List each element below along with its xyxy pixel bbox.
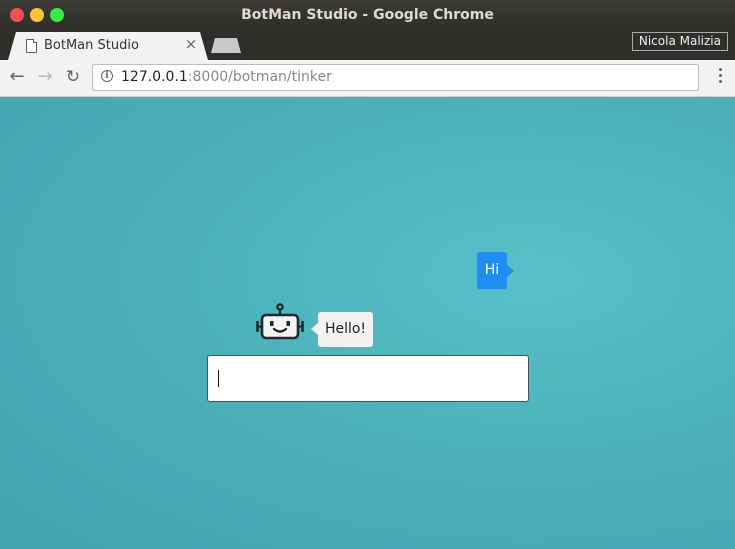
more-menu-icon[interactable] (719, 68, 723, 86)
reload-icon[interactable]: ↻ (62, 66, 84, 88)
url-host: 127.0.0.1 (121, 69, 188, 85)
window-titlebar: BotMan Studio - Google Chrome (0, 0, 735, 30)
info-icon[interactable]: i (101, 70, 113, 82)
profile-button[interactable]: Nicola Malizia (631, 32, 728, 51)
bot-message-bubble: Hello! (311, 312, 373, 347)
back-arrow-icon[interactable]: ← (6, 66, 28, 88)
tab-title: BotMan Studio (44, 38, 139, 53)
window-title: BotMan Studio - Google Chrome (241, 7, 494, 23)
chat-message-input[interactable] (207, 355, 529, 402)
bot-avatar-icon (256, 303, 304, 340)
tab-strip: BotMan Studio × Nicola Malizia (0, 30, 735, 60)
user-message-bubble: Hi (477, 252, 514, 289)
address-bar[interactable]: i 127.0.0.1:8000/botman/tinker (92, 64, 699, 91)
forward-arrow-icon[interactable]: → (34, 66, 56, 88)
text-cursor (218, 370, 219, 387)
tab-close-icon[interactable]: × (184, 36, 198, 52)
page-icon (26, 39, 37, 53)
tab-botman-studio[interactable]: BotMan Studio × (8, 32, 208, 60)
chat-page: Hi Hello! (0, 97, 735, 549)
url-text[interactable]: 127.0.0.1:8000/botman/tinker (121, 69, 332, 85)
new-tab-button[interactable] (211, 38, 241, 53)
browser-toolbar: ← → ↻ i 127.0.0.1:8000/botman/tinker (0, 60, 735, 97)
url-path: :8000/botman/tinker (187, 69, 332, 85)
